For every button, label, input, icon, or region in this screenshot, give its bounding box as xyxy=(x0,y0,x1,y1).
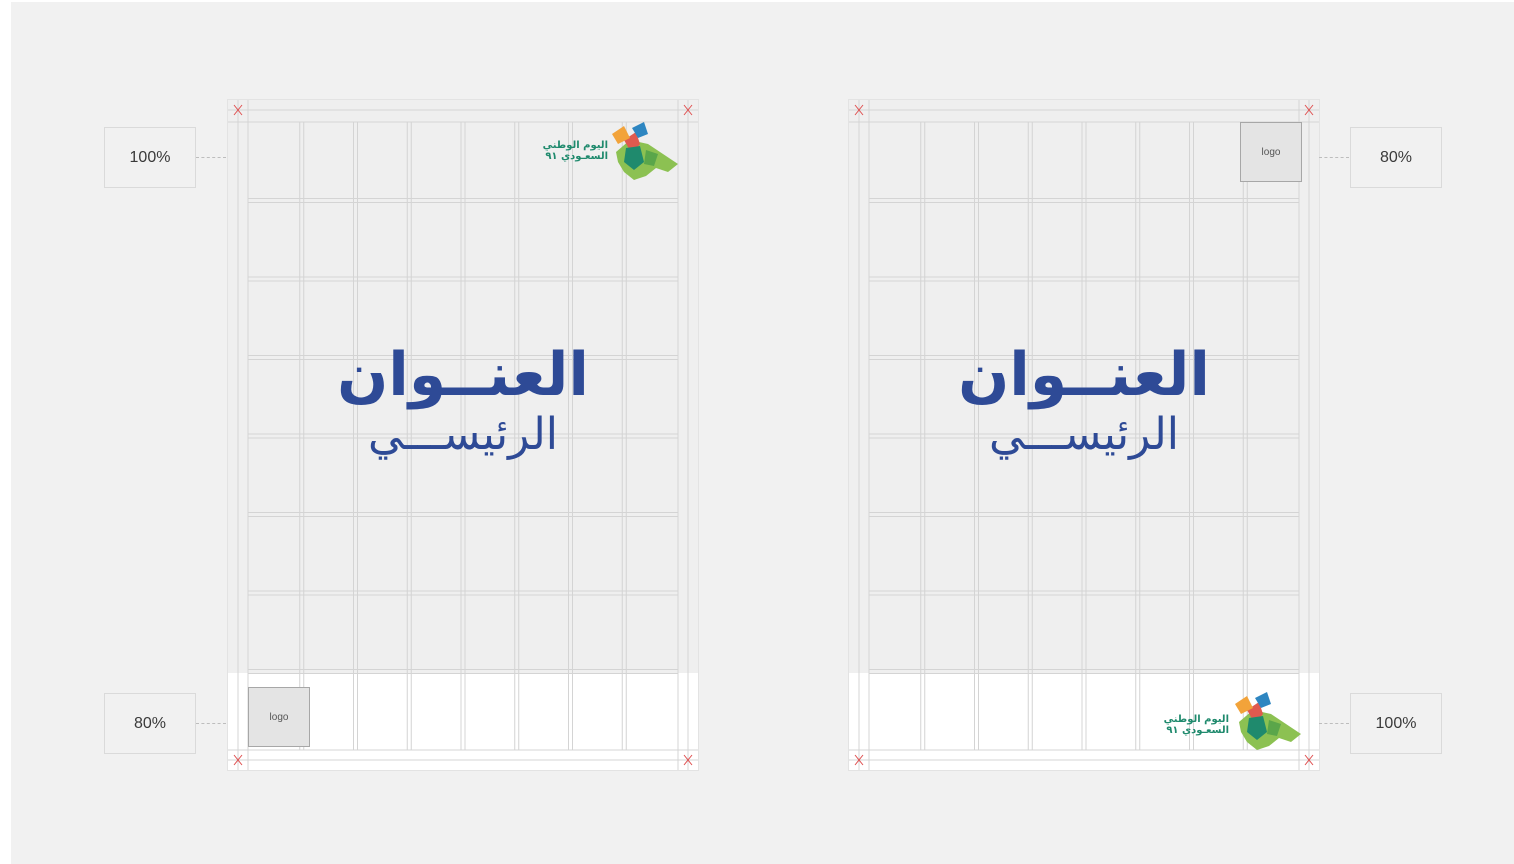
scale-label-right-bottom: 100% xyxy=(1350,693,1442,754)
poster-left: اليوم الوطني السعـودي ٩١ العنــوان الرئي… xyxy=(227,99,699,771)
title-line-2: الرئيســـي xyxy=(367,409,559,460)
title-line-1: العنــوان xyxy=(337,340,589,410)
scale-label-right-top: 80% xyxy=(1350,127,1442,188)
logo-placeholder-label: logo xyxy=(269,711,289,723)
emblem-text: اليوم الوطني السعـودي ٩١ xyxy=(1163,714,1229,736)
saudi-national-day-emblem: اليوم الوطني السعـودي ٩١ xyxy=(1151,684,1301,754)
emblem-text: اليوم الوطني السعـودي ٩١ xyxy=(542,140,608,162)
logo-placeholder: logo xyxy=(248,687,310,747)
logo-placeholder: logo xyxy=(1240,122,1302,182)
title-line-2: الرئيســـي xyxy=(988,409,1180,460)
title-line-1: العنــوان xyxy=(958,340,1210,410)
main-title: العنــوان الرئيســـي xyxy=(228,340,698,460)
saudi-national-day-emblem: اليوم الوطني السعـودي ٩١ xyxy=(528,114,678,184)
scale-label-left-bottom: 80% xyxy=(104,693,196,754)
main-title: العنــوان الرئيســـي xyxy=(849,340,1319,460)
poster-right: logo العنــوان الرئيســـي اليوم الوطني ا… xyxy=(848,99,1320,771)
diagram-canvas: اليوم الوطني السعـودي ٩١ العنــوان الرئي… xyxy=(11,2,1514,864)
callout-line xyxy=(1319,723,1349,724)
callout-line xyxy=(196,723,226,724)
logo-placeholder-label: logo xyxy=(1261,146,1281,158)
callout-line xyxy=(1319,157,1349,158)
callout-line xyxy=(196,157,226,158)
scale-label-left-top: 100% xyxy=(104,127,196,188)
